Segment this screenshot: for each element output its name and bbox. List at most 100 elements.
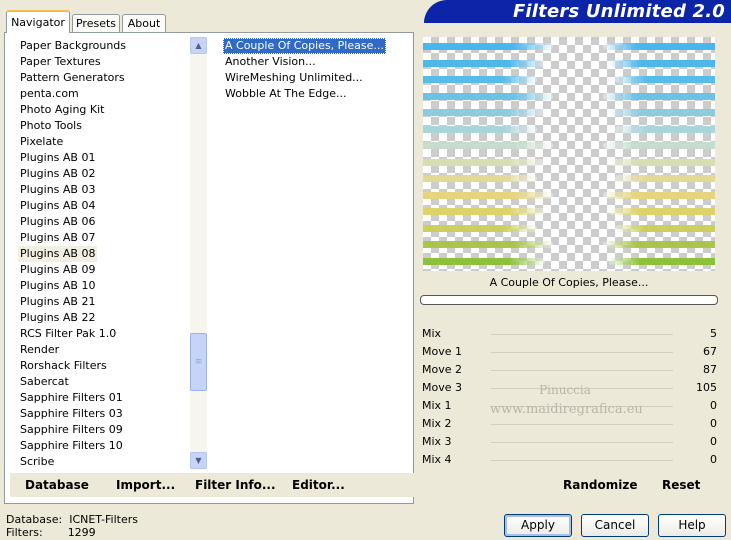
cancel-button[interactable]: Cancel xyxy=(581,514,649,537)
preview-stripe xyxy=(423,125,537,133)
import-button[interactable]: Import... xyxy=(116,473,175,497)
left-button-bar: Database Import... Filter Info... Editor… xyxy=(10,473,414,497)
right-button-bar: Randomize Reset xyxy=(419,473,721,497)
category-item[interactable]: Plugins AB 07 xyxy=(18,230,97,246)
tab-navigator[interactable]: Navigator xyxy=(6,10,70,33)
category-item[interactable]: Sapphire Filters 01 xyxy=(18,390,125,406)
category-item[interactable]: Sabercat xyxy=(18,374,71,390)
param-slider[interactable]: Mix 3 0 xyxy=(419,434,721,451)
category-item[interactable]: Plugins AB 10 xyxy=(18,278,97,294)
preview-stripe xyxy=(615,125,715,133)
param-value: 0 xyxy=(710,399,717,412)
param-name: Mix 1 xyxy=(422,399,452,412)
param-name: Move 3 xyxy=(422,381,462,394)
preview-stripe xyxy=(603,43,715,50)
preview-caption: A Couple Of Copies, Please... xyxy=(489,276,649,289)
filter-list[interactable]: A Couple Of Copies, Please... Another Vis… xyxy=(213,37,413,469)
category-item[interactable]: Plugins AB 08 xyxy=(18,246,98,262)
preview-stripe xyxy=(423,175,537,182)
param-value: 0 xyxy=(710,453,717,466)
preview-stripe xyxy=(423,208,545,215)
reset-button[interactable]: Reset xyxy=(662,473,700,497)
watermark: Pinuccia www.maidiregrafica.eu xyxy=(490,380,643,420)
randomize-button[interactable]: Randomize xyxy=(563,473,637,497)
category-item[interactable]: Scribe xyxy=(18,454,56,470)
category-item[interactable]: Plugins AB 04 xyxy=(18,198,97,214)
preview-stripe xyxy=(609,208,715,215)
category-item[interactable]: Pattern Generators xyxy=(18,70,127,86)
preview-stripe xyxy=(609,158,715,166)
progress-bar xyxy=(420,295,718,305)
help-button[interactable]: Help xyxy=(658,514,726,537)
filters-count-label: Filters: xyxy=(6,526,43,539)
category-item[interactable]: Rorshack Filters xyxy=(18,358,109,374)
filter-item[interactable]: Wobble At The Edge... xyxy=(223,86,349,102)
category-item[interactable]: Sapphire Filters 10 xyxy=(18,438,125,454)
filter-item[interactable]: A Couple Of Copies, Please... xyxy=(223,38,386,54)
category-item[interactable]: Plugins AB 22 xyxy=(18,310,97,326)
param-name: Mix xyxy=(422,327,442,340)
preview-stripe xyxy=(603,191,715,199)
param-value: 87 xyxy=(703,363,717,376)
param-slider[interactable]: Move 2 87 xyxy=(419,362,721,379)
category-item[interactable]: Render xyxy=(18,342,61,358)
category-item[interactable]: Plugins AB 02 xyxy=(18,166,97,182)
status-area: Database: ICNET-Filters Filters: 1299 xyxy=(6,513,138,539)
database-value: ICNET-Filters xyxy=(69,513,138,526)
watermark-line1: Pinuccia xyxy=(539,383,591,397)
category-item[interactable]: Plugins AB 21 xyxy=(18,294,97,310)
category-item[interactable]: Plugins AB 09 xyxy=(18,262,97,278)
category-item[interactable]: Sapphire Filters 03 xyxy=(18,406,125,422)
database-button[interactable]: Database xyxy=(25,473,89,497)
param-value: 67 xyxy=(703,345,717,358)
category-item[interactable]: penta.com xyxy=(18,86,81,102)
preview-stripe xyxy=(423,92,553,100)
preview-stripe xyxy=(603,92,715,100)
tab-about[interactable]: About xyxy=(122,14,166,32)
preview-stripe xyxy=(423,158,545,166)
apply-button[interactable]: Apply xyxy=(504,514,572,537)
preview-stripe xyxy=(615,175,715,182)
scroll-up-button[interactable]: ▲ xyxy=(190,37,207,54)
param-track[interactable] xyxy=(491,370,673,371)
tab-presets[interactable]: Presets xyxy=(72,14,120,32)
param-track[interactable] xyxy=(491,460,673,461)
param-slider[interactable]: Mix 4 0 xyxy=(419,452,721,469)
param-name: Move 1 xyxy=(422,345,462,358)
param-name: Mix 2 xyxy=(422,417,452,430)
category-item[interactable]: Sapphire Filters 09 xyxy=(18,422,125,438)
category-item[interactable]: RCS Filter Pak 1.0 xyxy=(18,326,118,342)
filter-info-button[interactable]: Filter Info... xyxy=(195,473,276,497)
category-item[interactable]: Plugins AB 03 xyxy=(18,182,97,198)
preview-stripe xyxy=(423,257,545,265)
param-track[interactable] xyxy=(491,334,673,335)
param-value: 105 xyxy=(696,381,717,394)
category-item[interactable]: Paper Backgrounds xyxy=(18,38,128,54)
filter-item[interactable]: Another Vision... xyxy=(223,54,318,70)
param-track[interactable] xyxy=(491,424,673,425)
param-name: Move 2 xyxy=(422,363,462,376)
preview-stripe xyxy=(423,241,553,248)
category-scrollbar[interactable]: ▲ ≡ ▼ xyxy=(190,37,207,469)
preview-stripe xyxy=(423,43,553,50)
param-track[interactable] xyxy=(491,352,673,353)
preview-stripe xyxy=(609,109,715,116)
category-item[interactable]: Photo Aging Kit xyxy=(18,102,106,118)
preview-stripe xyxy=(423,191,553,199)
scroll-thumb[interactable]: ≡ xyxy=(190,333,207,391)
param-slider[interactable]: Move 1 67 xyxy=(419,344,721,361)
scroll-down-button[interactable]: ▼ xyxy=(190,452,207,469)
category-item[interactable]: Pixelate xyxy=(18,134,65,150)
category-item[interactable]: Plugins AB 01 xyxy=(18,150,97,166)
param-track[interactable] xyxy=(491,442,673,443)
category-item[interactable]: Plugins AB 06 xyxy=(18,214,97,230)
editor-button[interactable]: Editor... xyxy=(292,473,345,497)
filter-item[interactable]: WireMeshing Unlimited... xyxy=(223,70,365,86)
filter-preview xyxy=(423,37,715,271)
category-item[interactable]: Paper Textures xyxy=(18,54,103,70)
preview-stripe xyxy=(615,224,715,232)
param-slider[interactable]: Mix 5 xyxy=(419,326,721,343)
category-item[interactable]: Photo Tools xyxy=(18,118,84,134)
category-list[interactable]: Paper Backgrounds Paper Textures Pattern G… xyxy=(6,37,190,469)
param-name: Mix 3 xyxy=(422,435,452,448)
